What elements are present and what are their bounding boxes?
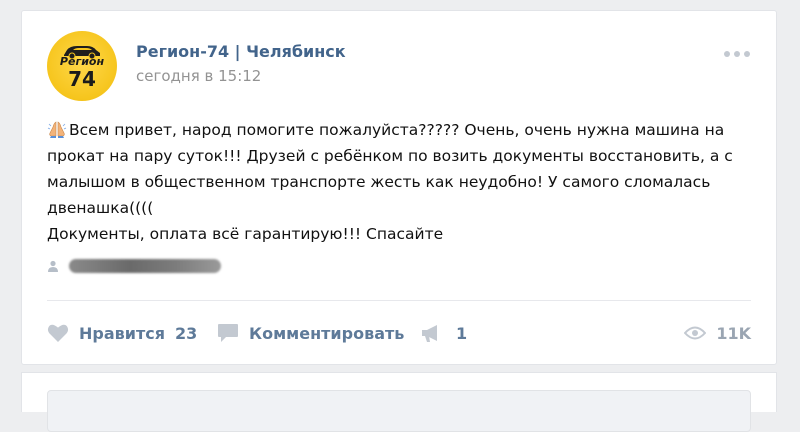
group-avatar[interactable]: Регион 74 bbox=[47, 31, 117, 101]
comment-area bbox=[21, 372, 777, 432]
group-name-link[interactable]: Регион-74 | Челябинск bbox=[136, 42, 346, 61]
post-text-line: Документы, оплата всё гарантирую!!! Спас… bbox=[47, 225, 444, 243]
post-text-line: прокат на пару суток!!! Друзей с ребёнко… bbox=[47, 147, 733, 165]
post-text: Всем привет, народ помогите пожалуйста??… bbox=[47, 117, 767, 247]
like-count: 23 bbox=[175, 323, 198, 343]
avatar-logo-number: 74 bbox=[68, 67, 96, 91]
praying-hands-icon bbox=[47, 121, 67, 138]
comment-button[interactable]: Комментировать bbox=[217, 318, 404, 348]
share-button[interactable]: 1 bbox=[420, 318, 467, 348]
signer-name-redacted bbox=[69, 259, 221, 273]
like-label: Нравится bbox=[79, 323, 166, 343]
person-icon bbox=[48, 260, 58, 272]
share-count: 1 bbox=[456, 323, 468, 343]
megaphone-icon bbox=[422, 325, 437, 342]
post-signer[interactable] bbox=[47, 258, 221, 274]
eye-icon bbox=[684, 326, 707, 340]
comment-input[interactable] bbox=[47, 390, 751, 432]
post-text-line: Всем привет, народ помогите пожалуйста??… bbox=[47, 117, 767, 143]
divider bbox=[47, 300, 751, 301]
wall-post: Регион 74 Регион-74 | Челябинск сегодня … bbox=[21, 10, 777, 365]
comment-label: Комментировать bbox=[249, 323, 405, 343]
post-actions-bar: Нравится 23 Комментировать 1 11K bbox=[47, 318, 751, 348]
comment-icon bbox=[218, 324, 238, 342]
heart-icon bbox=[47, 324, 69, 342]
views-counter: 11K bbox=[684, 318, 751, 348]
views-count: 11K bbox=[716, 323, 751, 343]
post-timestamp[interactable]: сегодня в 15:12 bbox=[136, 67, 261, 85]
post-text-line: малышом в общественном транспорте жесть … bbox=[47, 173, 711, 191]
like-button[interactable]: Нравится 23 bbox=[47, 318, 197, 348]
post-more-menu-icon[interactable] bbox=[724, 47, 750, 61]
post-text-line: двенашка(((( bbox=[47, 199, 154, 217]
